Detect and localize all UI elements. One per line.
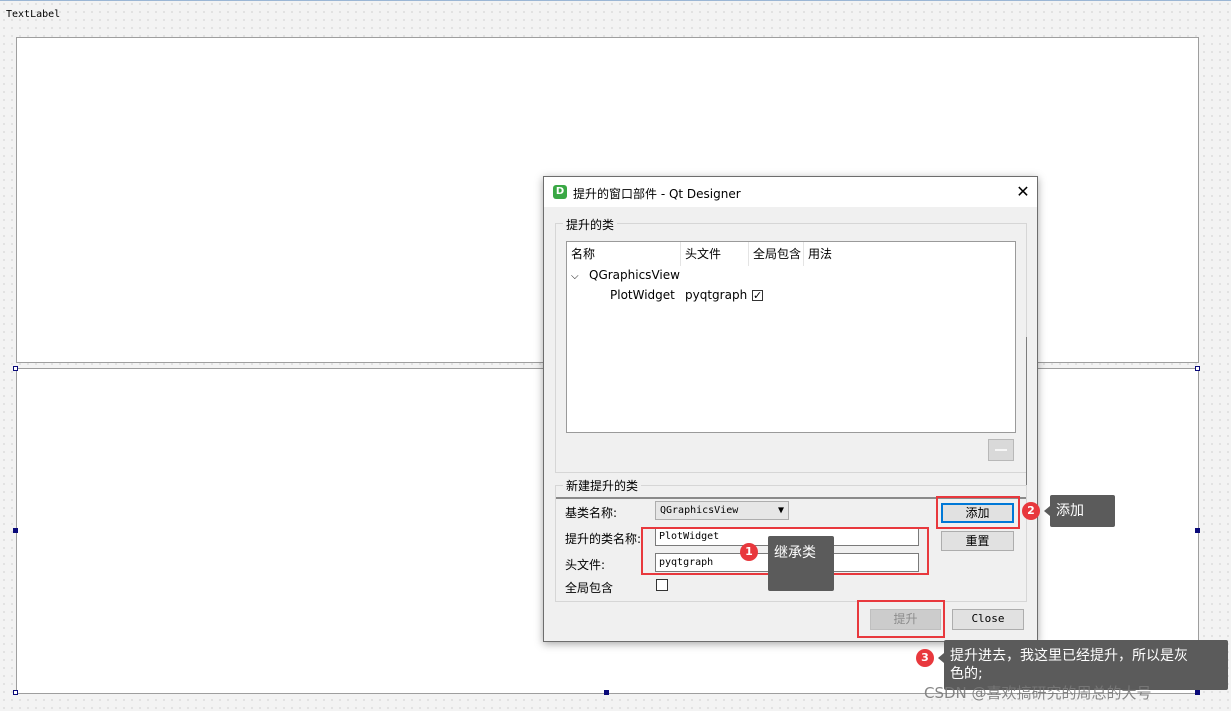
annotation-tip-inherit: 继承类 xyxy=(768,536,834,591)
column-header-header-file[interactable]: 头文件 xyxy=(681,242,749,266)
column-header-global-include[interactable]: 全局包含 xyxy=(749,242,804,266)
watermark-text: CSDN @喜欢搞研究的周总的大号 xyxy=(924,684,1152,702)
promoted-classes-group-title: 提升的类 xyxy=(563,216,618,233)
base-class-label: 基类名称: xyxy=(565,506,618,520)
base-class-combobox[interactable]: QGraphicsView ▼ xyxy=(655,501,789,520)
selection-handle[interactable] xyxy=(13,366,18,371)
tree-row-parent[interactable]: ⌵ QGraphicsView xyxy=(571,268,680,282)
promoted-classes-tree[interactable]: 名称 头文件 全局包含 用法 ⌵ QGraphicsView PlotWidget… xyxy=(566,241,1016,433)
selection-handle[interactable] xyxy=(1195,366,1200,371)
base-class-value: QGraphicsView xyxy=(660,505,739,516)
text-label[interactable]: TextLabel xyxy=(6,9,60,20)
reset-button[interactable]: 重置 xyxy=(941,531,1014,551)
annotation-highlight-add xyxy=(936,496,1020,529)
selection-handle[interactable] xyxy=(13,690,18,695)
promoted-class-name-label: 提升的类名称: xyxy=(565,532,642,546)
global-include-checkbox-checked[interactable]: ✓ xyxy=(752,290,763,301)
annotation-badge-2: 2 xyxy=(1022,502,1040,520)
column-header-usage[interactable]: 用法 xyxy=(804,242,864,266)
annotation-tip-add: 添加 xyxy=(1050,495,1115,527)
chevron-down-icon: ▼ xyxy=(777,505,784,516)
qt-designer-app-icon: D xyxy=(553,185,567,199)
designer-top-border xyxy=(0,0,1231,1)
tree-row-child-header[interactable]: pyqtgraph xyxy=(685,288,747,302)
global-include-label: 全局包含 xyxy=(565,581,614,595)
selection-handle[interactable] xyxy=(1195,690,1200,695)
annotation-badge-3: 3 xyxy=(916,649,934,667)
close-icon[interactable]: ✕ xyxy=(1014,182,1032,201)
new-promoted-class-group-title: 新建提升的类 xyxy=(563,477,642,494)
annotation-highlight-promote xyxy=(857,600,945,638)
divider xyxy=(1026,337,1027,497)
remove-class-button[interactable] xyxy=(988,439,1014,461)
selection-handle[interactable] xyxy=(13,528,18,533)
selection-handle[interactable] xyxy=(604,690,609,695)
annotation-tip-promote-line2: 色的; xyxy=(950,666,983,682)
header-file-label: 头文件: xyxy=(565,558,606,572)
annotation-badge-1: 1 xyxy=(740,543,758,561)
dialog-title: 提升的窗口部件 - Qt Designer xyxy=(573,187,741,201)
column-header-name[interactable]: 名称 xyxy=(567,242,681,266)
annotation-tip-promote-line1: 提升进去，我这里已经提升，所以是灰 xyxy=(950,648,1188,664)
checkmark-icon: ✓ xyxy=(753,289,763,302)
parent-class-name: QGraphicsView xyxy=(589,268,680,282)
tree-row-child-name[interactable]: PlotWidget xyxy=(610,288,675,302)
close-button[interactable]: Close xyxy=(952,609,1024,630)
global-include-checkbox[interactable] xyxy=(656,579,668,591)
chevron-down-icon[interactable]: ⌵ xyxy=(571,271,585,282)
dialog-titlebar[interactable]: D 提升的窗口部件 - Qt Designer ✕ xyxy=(544,177,1037,207)
selection-handle[interactable] xyxy=(1195,528,1200,533)
